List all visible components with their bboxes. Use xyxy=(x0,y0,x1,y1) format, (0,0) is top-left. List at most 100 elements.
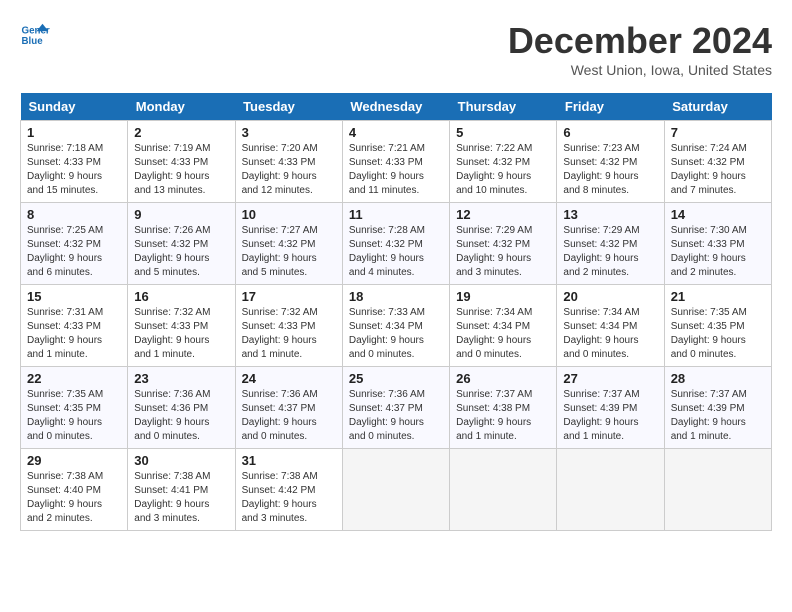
day-info: Sunrise: 7:37 AM Sunset: 4:39 PM Dayligh… xyxy=(563,388,657,444)
day-cell-9: 9 Sunrise: 7:26 AM Sunset: 4:32 PM Daylig… xyxy=(128,203,235,285)
day-info: Sunrise: 7:33 AM Sunset: 4:34 PM Dayligh… xyxy=(349,306,443,362)
day-cell-15: 15 Sunrise: 7:31 AM Sunset: 4:33 PM Dayli… xyxy=(21,285,128,367)
calendar-week-row-3: 15 Sunrise: 7:31 AM Sunset: 4:33 PM Dayli… xyxy=(21,285,772,367)
day-number: 18 xyxy=(349,289,443,304)
calendar-week-row-4: 22 Sunrise: 7:35 AM Sunset: 4:35 PM Dayli… xyxy=(21,367,772,449)
header-thursday: Thursday xyxy=(450,93,557,121)
day-info: Sunrise: 7:23 AM Sunset: 4:32 PM Dayligh… xyxy=(563,142,657,198)
day-number: 11 xyxy=(349,207,443,222)
day-number: 8 xyxy=(27,207,121,222)
day-cell-4: 4 Sunrise: 7:21 AM Sunset: 4:33 PM Daylig… xyxy=(342,121,449,203)
day-info: Sunrise: 7:34 AM Sunset: 4:34 PM Dayligh… xyxy=(563,306,657,362)
page-header: General Blue December 2024 West Union, I… xyxy=(20,20,772,78)
day-number: 26 xyxy=(456,371,550,386)
logo: General Blue xyxy=(20,20,55,50)
header-wednesday: Wednesday xyxy=(342,93,449,121)
day-info: Sunrise: 7:35 AM Sunset: 4:35 PM Dayligh… xyxy=(671,306,765,362)
day-number: 31 xyxy=(242,453,336,468)
day-info: Sunrise: 7:37 AM Sunset: 4:39 PM Dayligh… xyxy=(671,388,765,444)
day-number: 2 xyxy=(134,125,228,140)
day-cell-8: 8 Sunrise: 7:25 AM Sunset: 4:32 PM Daylig… xyxy=(21,203,128,285)
day-cell-27: 27 Sunrise: 7:37 AM Sunset: 4:39 PM Dayli… xyxy=(557,367,664,449)
day-number: 20 xyxy=(563,289,657,304)
day-info: Sunrise: 7:22 AM Sunset: 4:32 PM Dayligh… xyxy=(456,142,550,198)
day-cell-17: 17Sunrise: 7:32 AM Sunset: 4:33 PM Dayli… xyxy=(235,285,342,367)
day-number: 14 xyxy=(671,207,765,222)
day-cell-23: 23 Sunrise: 7:36 AM Sunset: 4:36 PM Dayli… xyxy=(128,367,235,449)
day-number: 28 xyxy=(671,371,765,386)
day-cell-7: 7 Sunrise: 7:24 AM Sunset: 4:32 PM Daylig… xyxy=(664,121,771,203)
title-section: December 2024 West Union, Iowa, United S… xyxy=(508,20,772,78)
day-cell-31: 31Sunrise: 7:38 AM Sunset: 4:42 PM Dayli… xyxy=(235,449,342,531)
day-number: 27 xyxy=(563,371,657,386)
day-number: 7 xyxy=(671,125,765,140)
day-number: 13 xyxy=(563,207,657,222)
day-number: 29 xyxy=(27,453,121,468)
header-monday: Monday xyxy=(128,93,235,121)
day-cell-21: 21Sunrise: 7:35 AM Sunset: 4:35 PM Dayli… xyxy=(664,285,771,367)
day-number: 22 xyxy=(27,371,121,386)
empty-cell xyxy=(664,449,771,531)
calendar-table: SundayMondayTuesdayWednesdayThursdayFrid… xyxy=(20,93,772,531)
day-number: 3 xyxy=(242,125,336,140)
day-info: Sunrise: 7:25 AM Sunset: 4:32 PM Dayligh… xyxy=(27,224,121,280)
day-cell-26: 26 Sunrise: 7:37 AM Sunset: 4:38 PM Dayli… xyxy=(450,367,557,449)
day-number: 24 xyxy=(242,371,336,386)
day-cell-2: 2Sunrise: 7:19 AM Sunset: 4:33 PM Daylig… xyxy=(128,121,235,203)
day-info: Sunrise: 7:21 AM Sunset: 4:33 PM Dayligh… xyxy=(349,142,443,198)
day-info: Sunrise: 7:29 AM Sunset: 4:32 PM Dayligh… xyxy=(563,224,657,280)
day-cell-22: 22 Sunrise: 7:35 AM Sunset: 4:35 PM Dayli… xyxy=(21,367,128,449)
day-number: 12 xyxy=(456,207,550,222)
logo-icon: General Blue xyxy=(20,20,50,50)
day-number: 5 xyxy=(456,125,550,140)
day-info: Sunrise: 7:30 AM Sunset: 4:33 PM Dayligh… xyxy=(671,224,765,280)
day-info: Sunrise: 7:35 AM Sunset: 4:35 PM Dayligh… xyxy=(27,388,121,444)
calendar-week-row-2: 8 Sunrise: 7:25 AM Sunset: 4:32 PM Daylig… xyxy=(21,203,772,285)
day-number: 23 xyxy=(134,371,228,386)
calendar-body: 1 Sunrise: 7:18 AM Sunset: 4:33 PM Daylig… xyxy=(21,121,772,531)
header-sunday: Sunday xyxy=(21,93,128,121)
day-number: 25 xyxy=(349,371,443,386)
day-info: Sunrise: 7:38 AM Sunset: 4:41 PM Dayligh… xyxy=(134,470,228,526)
day-cell-1: 1 Sunrise: 7:18 AM Sunset: 4:33 PM Daylig… xyxy=(21,121,128,203)
empty-cell xyxy=(557,449,664,531)
calendar-week-row-5: 29Sunrise: 7:38 AM Sunset: 4:40 PM Dayli… xyxy=(21,449,772,531)
calendar-title: December 2024 xyxy=(508,20,772,62)
day-number: 16 xyxy=(134,289,228,304)
day-info: Sunrise: 7:31 AM Sunset: 4:33 PM Dayligh… xyxy=(27,306,121,362)
day-number: 15 xyxy=(27,289,121,304)
day-number: 1 xyxy=(27,125,121,140)
day-number: 4 xyxy=(349,125,443,140)
day-info: Sunrise: 7:28 AM Sunset: 4:32 PM Dayligh… xyxy=(349,224,443,280)
day-cell-19: 19 Sunrise: 7:34 AM Sunset: 4:34 PM Dayli… xyxy=(450,285,557,367)
day-cell-3: 3Sunrise: 7:20 AM Sunset: 4:33 PM Daylig… xyxy=(235,121,342,203)
calendar-subtitle: West Union, Iowa, United States xyxy=(508,62,772,78)
day-info: Sunrise: 7:36 AM Sunset: 4:36 PM Dayligh… xyxy=(134,388,228,444)
calendar-header-row: SundayMondayTuesdayWednesdayThursdayFrid… xyxy=(21,93,772,121)
day-number: 6 xyxy=(563,125,657,140)
day-cell-24: 24Sunrise: 7:36 AM Sunset: 4:37 PM Dayli… xyxy=(235,367,342,449)
header-tuesday: Tuesday xyxy=(235,93,342,121)
day-info: Sunrise: 7:18 AM Sunset: 4:33 PM Dayligh… xyxy=(27,142,121,198)
empty-cell xyxy=(450,449,557,531)
day-info: Sunrise: 7:34 AM Sunset: 4:34 PM Dayligh… xyxy=(456,306,550,362)
day-cell-6: 6 Sunrise: 7:23 AM Sunset: 4:32 PM Daylig… xyxy=(557,121,664,203)
day-cell-20: 20 Sunrise: 7:34 AM Sunset: 4:34 PM Dayli… xyxy=(557,285,664,367)
day-info: Sunrise: 7:37 AM Sunset: 4:38 PM Dayligh… xyxy=(456,388,550,444)
day-info: Sunrise: 7:24 AM Sunset: 4:32 PM Dayligh… xyxy=(671,142,765,198)
day-number: 10 xyxy=(242,207,336,222)
day-number: 30 xyxy=(134,453,228,468)
day-number: 19 xyxy=(456,289,550,304)
header-friday: Friday xyxy=(557,93,664,121)
day-cell-25: 25Sunrise: 7:36 AM Sunset: 4:37 PM Dayli… xyxy=(342,367,449,449)
day-cell-11: 11 Sunrise: 7:28 AM Sunset: 4:32 PM Dayli… xyxy=(342,203,449,285)
header-saturday: Saturday xyxy=(664,93,771,121)
day-info: Sunrise: 7:26 AM Sunset: 4:32 PM Dayligh… xyxy=(134,224,228,280)
day-number: 9 xyxy=(134,207,228,222)
day-info: Sunrise: 7:32 AM Sunset: 4:33 PM Dayligh… xyxy=(242,306,336,362)
day-cell-18: 18 Sunrise: 7:33 AM Sunset: 4:34 PM Dayli… xyxy=(342,285,449,367)
day-cell-5: 5 Sunrise: 7:22 AM Sunset: 4:32 PM Daylig… xyxy=(450,121,557,203)
day-info: Sunrise: 7:27 AM Sunset: 4:32 PM Dayligh… xyxy=(242,224,336,280)
empty-cell xyxy=(342,449,449,531)
svg-text:Blue: Blue xyxy=(22,36,44,47)
